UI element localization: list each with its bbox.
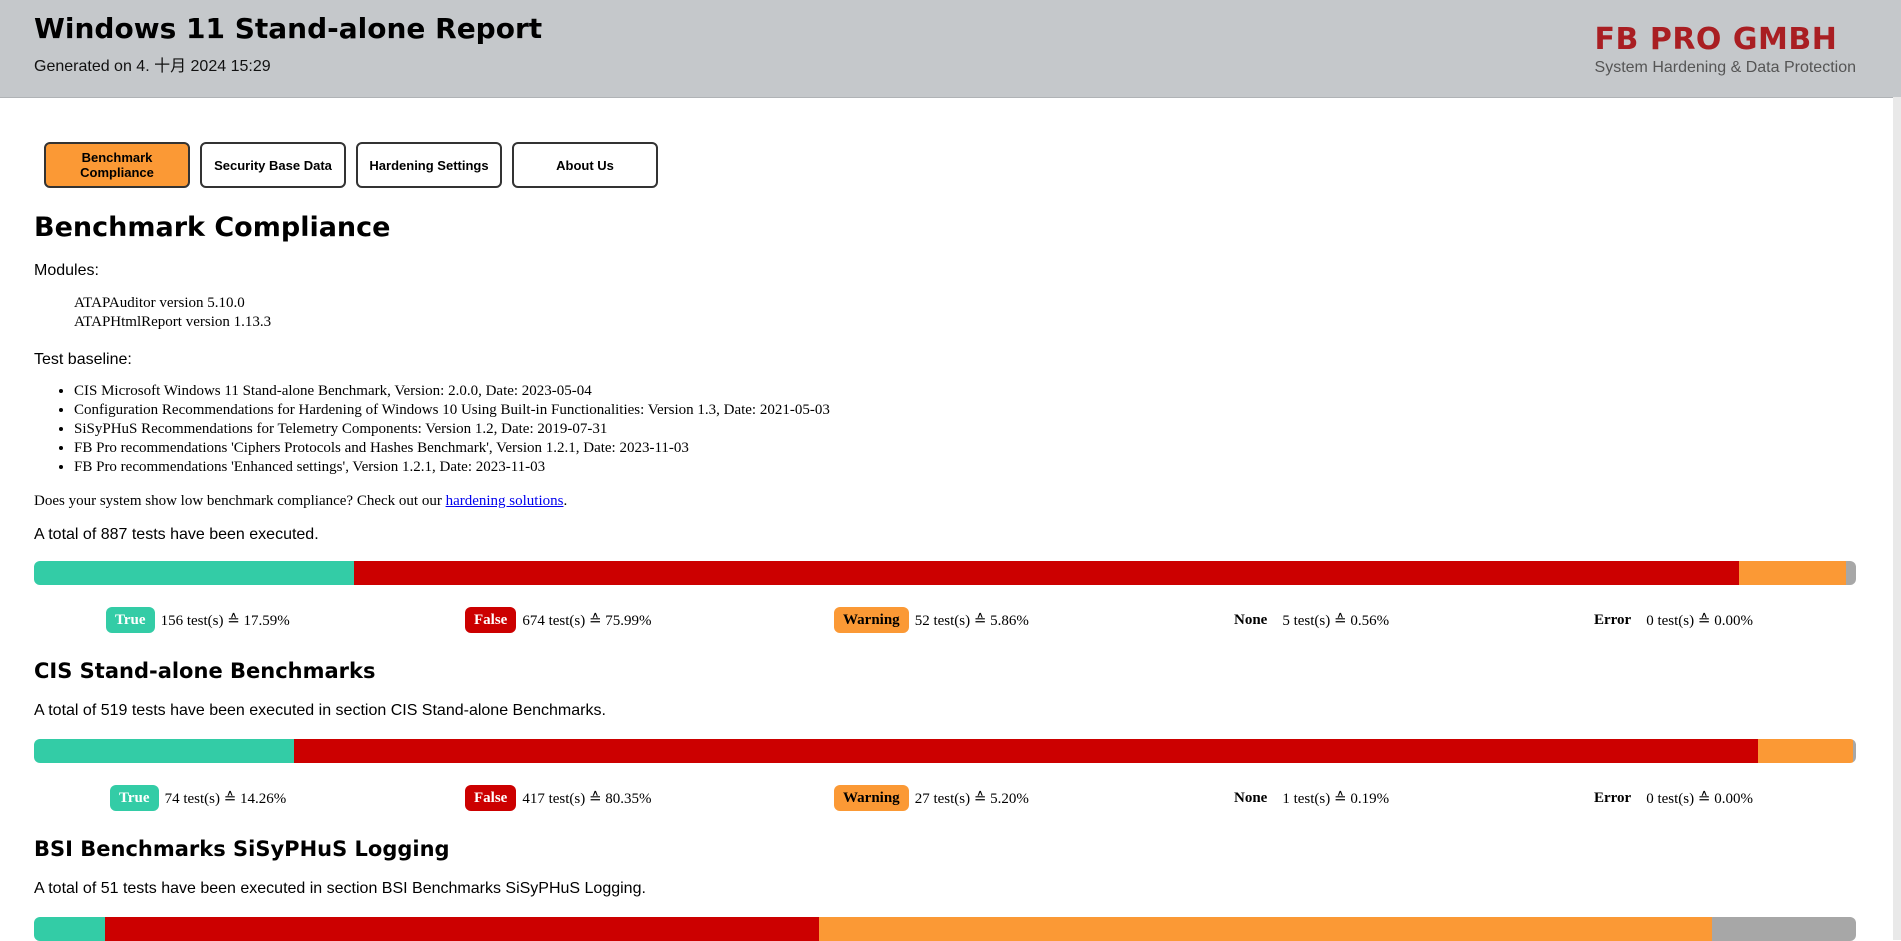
legend-true-count: 156 test(s) ≙ 17.59% bbox=[160, 612, 290, 629]
legend-true: True 156 test(s) ≙ 17.59% bbox=[106, 605, 290, 635]
scrollbar-track[interactable] bbox=[1893, 97, 1901, 940]
baseline-list: CIS Microsoft Windows 11 Stand-alone Ben… bbox=[34, 382, 1856, 477]
badge-warning: Warning bbox=[834, 607, 909, 633]
badge-false: False bbox=[465, 785, 517, 811]
cta-prefix: Does your system show low benchmark comp… bbox=[34, 493, 446, 509]
section-total: A total of 51 tests have been executed i… bbox=[34, 880, 646, 897]
legend-error-count: 0 test(s) ≙ 0.00% bbox=[1646, 612, 1753, 629]
overall-legend: True 156 test(s) ≙ 17.59% False 674 test(s… bbox=[34, 605, 1856, 635]
bar-segment-warning bbox=[1739, 561, 1846, 585]
legend-warning: Warning 27 test(s) ≙ 5.20% bbox=[834, 783, 1029, 813]
brand-name: FB PRO GMBH bbox=[1594, 22, 1838, 57]
legend-warning-count: 52 test(s) ≙ 5.86% bbox=[914, 612, 1029, 629]
legend-false-count: 417 test(s) ≙ 80.35% bbox=[522, 790, 652, 807]
module-item: ATAPHtmlReport version 1.13.3 bbox=[74, 314, 272, 330]
tab-about-us[interactable]: About Us bbox=[512, 142, 658, 188]
cta-suffix: . bbox=[563, 493, 568, 509]
bar-segment-warning bbox=[819, 917, 1713, 941]
legend-true-count: 74 test(s) ≙ 14.26% bbox=[164, 790, 287, 807]
baseline-item: SiSyPHuS Recommendations for Telemetry C… bbox=[74, 420, 1856, 439]
badge-error: Error bbox=[1594, 790, 1632, 806]
overall-total: A total of 887 tests have been executed. bbox=[34, 526, 319, 543]
section-cis: CIS Stand-alone Benchmarks A total of 51… bbox=[34, 659, 1856, 813]
legend-none: None 1 test(s) ≙ 0.19% bbox=[1234, 783, 1389, 813]
section-total: A total of 519 tests have been executed … bbox=[34, 702, 606, 719]
legend-error: Error 0 test(s) ≙ 0.00% bbox=[1594, 783, 1753, 813]
bar-segment-none bbox=[1712, 917, 1856, 941]
tab-hardening-settings[interactable]: Hardening Settings bbox=[356, 142, 502, 188]
brand-logo[interactable]: FB PRO GMBH System Hardening & Data Prot… bbox=[1595, 22, 1856, 77]
tab-bar: Benchmark Compliance Security Base Data … bbox=[44, 142, 658, 188]
baseline-item: CIS Microsoft Windows 11 Stand-alone Ben… bbox=[74, 382, 1856, 401]
badge-true: True bbox=[110, 785, 159, 811]
hardening-solutions-link[interactable]: hardening solutions bbox=[446, 493, 564, 509]
bsi-compliance-bar bbox=[34, 917, 1856, 941]
badge-true: True bbox=[106, 607, 155, 633]
brand-tagline: System Hardening & Data Protection bbox=[1594, 59, 1856, 76]
legend-error-count: 0 test(s) ≙ 0.00% bbox=[1646, 790, 1753, 807]
legend-false: False 674 test(s) ≙ 75.99% bbox=[465, 605, 652, 635]
bar-segment-true bbox=[34, 561, 355, 585]
bar-segment-warning bbox=[1757, 739, 1853, 763]
section-title: CIS Stand-alone Benchmarks bbox=[34, 659, 376, 683]
baseline-item: FB Pro recommendations 'Enhanced setting… bbox=[74, 458, 1856, 477]
bar-segment-false bbox=[293, 739, 1758, 763]
page-title: Benchmark Compliance bbox=[34, 212, 391, 243]
legend-warning: Warning 52 test(s) ≙ 5.86% bbox=[834, 605, 1029, 635]
legend-none-count: 1 test(s) ≙ 0.19% bbox=[1282, 790, 1390, 807]
bar-segment-true bbox=[34, 917, 106, 941]
modules-list: ATAPAuditor version 5.10.0 ATAPHtmlRepor… bbox=[74, 294, 1856, 332]
badge-error: Error bbox=[1594, 612, 1632, 628]
tab-security-base-data[interactable]: Security Base Data bbox=[200, 142, 346, 188]
legend-error: Error 0 test(s) ≙ 0.00% bbox=[1594, 605, 1753, 635]
legend-none-count: 5 test(s) ≙ 0.56% bbox=[1282, 612, 1390, 629]
section-title: BSI Benchmarks SiSyPHuS Logging bbox=[34, 837, 450, 861]
badge-warning: Warning bbox=[834, 785, 909, 811]
section-bsi: BSI Benchmarks SiSyPHuS Logging A total … bbox=[34, 837, 1856, 941]
bar-segment-none bbox=[1852, 739, 1856, 763]
cis-legend: True 74 test(s) ≙ 14.26% False 417 test(s)… bbox=[34, 783, 1856, 813]
legend-false: False 417 test(s) ≙ 80.35% bbox=[465, 783, 652, 813]
bar-segment-false bbox=[354, 561, 1740, 585]
cis-compliance-bar bbox=[34, 739, 1856, 763]
baseline-item: FB Pro recommendations 'Ciphers Protocol… bbox=[74, 439, 1856, 458]
main-content: Benchmark Compliance Modules: ATAPAudito… bbox=[34, 212, 1856, 941]
tab-benchmark-compliance[interactable]: Benchmark Compliance bbox=[44, 142, 190, 188]
legend-false-count: 674 test(s) ≙ 75.99% bbox=[522, 612, 652, 629]
baseline-item: Configuration Recommendations for Harden… bbox=[74, 401, 1856, 420]
overall-compliance-bar bbox=[34, 561, 1856, 585]
bar-segment-none bbox=[1845, 561, 1856, 585]
badge-none: None bbox=[1234, 612, 1268, 628]
badge-false: False bbox=[465, 607, 517, 633]
modules-label: Modules: bbox=[34, 262, 99, 279]
generated-timestamp: Generated on 4. 十月 2024 15:29 bbox=[34, 58, 271, 75]
bar-segment-false bbox=[105, 917, 820, 941]
cta-text: Does your system show low benchmark comp… bbox=[34, 493, 1856, 510]
legend-warning-count: 27 test(s) ≙ 5.20% bbox=[914, 790, 1029, 807]
legend-none: None 5 test(s) ≙ 0.56% bbox=[1234, 605, 1389, 635]
report-header: Windows 11 Stand-alone Report Generated … bbox=[0, 0, 1901, 98]
baseline-label: Test baseline: bbox=[34, 351, 132, 368]
badge-none: None bbox=[1234, 790, 1268, 806]
bar-segment-true bbox=[34, 739, 294, 763]
module-item: ATAPAuditor version 5.10.0 bbox=[74, 295, 245, 311]
legend-true: True 74 test(s) ≙ 14.26% bbox=[110, 783, 286, 813]
report-title: Windows 11 Stand-alone Report bbox=[34, 12, 543, 45]
